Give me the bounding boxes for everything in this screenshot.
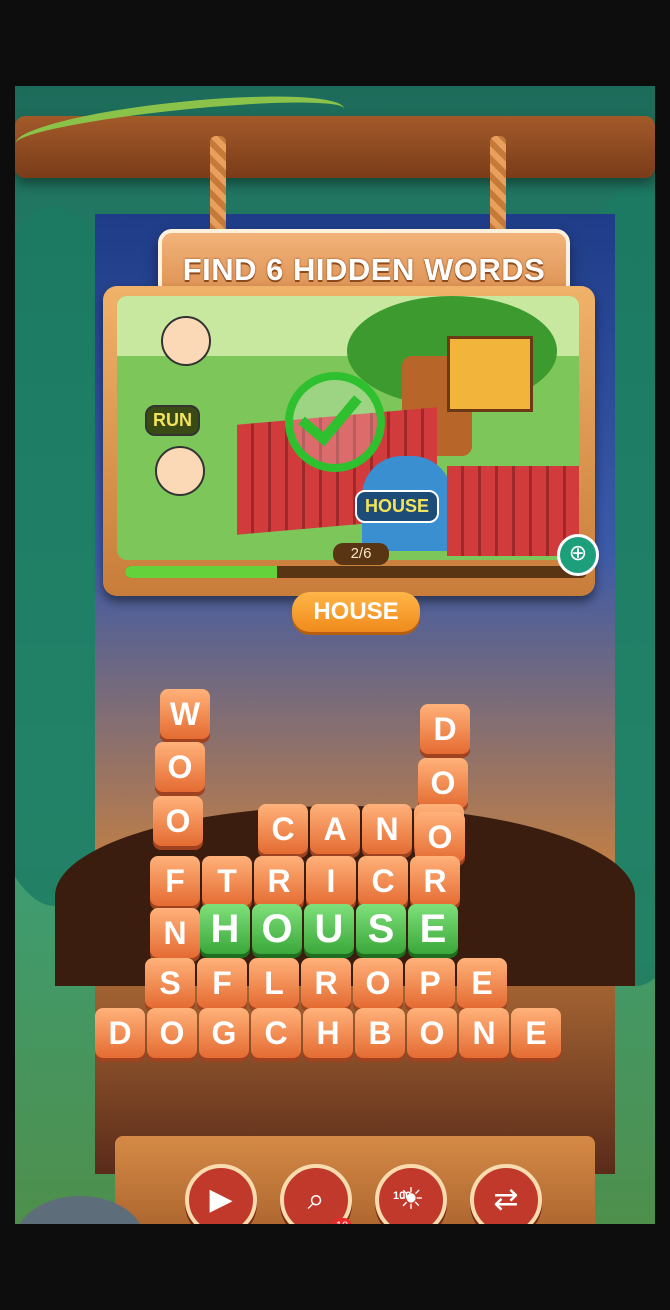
fence-illustration — [447, 466, 579, 556]
letter-tile[interactable]: O — [353, 958, 403, 1008]
letter-tile[interactable]: E — [408, 904, 458, 954]
progress-fill — [125, 566, 278, 578]
search-count-badge: 10 — [332, 1218, 352, 1224]
letter-tile[interactable]: G — [199, 1008, 249, 1058]
letter-tile[interactable]: D — [95, 1008, 145, 1058]
boy-illustration — [155, 446, 205, 496]
letter-tile[interactable]: O — [153, 796, 203, 846]
letter-tile[interactable]: O — [155, 742, 205, 792]
letter-tile[interactable]: O — [147, 1008, 197, 1058]
progress-label: 2/6 — [333, 543, 389, 565]
hidden-object-picture[interactable]: RUN HOUSE — [117, 296, 579, 560]
letter-tile[interactable]: U — [304, 904, 354, 954]
letter-tile[interactable]: S — [356, 904, 406, 954]
letter-tile[interactable]: H — [200, 904, 250, 954]
letter-tile[interactable]: N — [459, 1008, 509, 1058]
letter-tile[interactable]: O — [415, 812, 465, 862]
search-icon: ⌕ — [307, 1183, 325, 1216]
letter-tile[interactable]: W — [160, 689, 210, 739]
letter-tile[interactable]: O — [407, 1008, 457, 1058]
doghouse-illustration — [447, 336, 533, 412]
letter-tile[interactable]: N — [150, 908, 200, 958]
girl-illustration — [161, 316, 211, 366]
letter-tile[interactable]: R — [254, 856, 304, 906]
letter-tile[interactable]: S — [145, 958, 195, 1008]
letter-tile[interactable]: F — [197, 958, 247, 1008]
letter-tile[interactable]: T — [202, 856, 252, 906]
video-icon: ▶ — [209, 1183, 233, 1216]
letter-tile[interactable]: N — [362, 804, 412, 854]
letter-tile[interactable]: R — [410, 856, 460, 906]
letter-tile[interactable]: D — [420, 704, 470, 754]
letter-tile[interactable]: E — [511, 1008, 561, 1058]
letter-tile[interactable]: C — [251, 1008, 301, 1058]
checkmark-icon — [285, 372, 385, 472]
letter-tile[interactable]: C — [358, 856, 408, 906]
letter-tile[interactable]: I — [306, 856, 356, 906]
letter-tile[interactable]: L — [249, 958, 299, 1008]
letter-tile[interactable]: H — [303, 1008, 353, 1058]
letter-tile[interactable]: O — [252, 904, 302, 954]
progress-bar — [125, 566, 587, 578]
letter-tile[interactable]: P — [405, 958, 455, 1008]
game-screen: FIND 6 HIDDEN WORDS RUN HOUSE 2/6 ⊕ HOUS… — [15, 86, 655, 1224]
letter-tile[interactable]: A — [310, 804, 360, 854]
letter-tile[interactable]: F — [150, 856, 200, 906]
zoom-in-icon[interactable]: ⊕ — [557, 534, 599, 576]
shuffle-icon: ⇄ — [493, 1183, 519, 1216]
hint-cost: 100 — [393, 1190, 412, 1202]
found-word-tag: RUN — [145, 405, 200, 436]
letter-tile[interactable]: B — [355, 1008, 405, 1058]
found-word-tag: HOUSE — [355, 490, 440, 523]
letter-tile[interactable]: R — [301, 958, 351, 1008]
letter-tile[interactable]: C — [258, 804, 308, 854]
current-word-badge: HOUSE — [292, 592, 420, 632]
title-text: FIND 6 HIDDEN WORDS — [182, 252, 546, 287]
letter-tile[interactable]: E — [457, 958, 507, 1008]
letter-tile[interactable]: O — [418, 758, 468, 808]
